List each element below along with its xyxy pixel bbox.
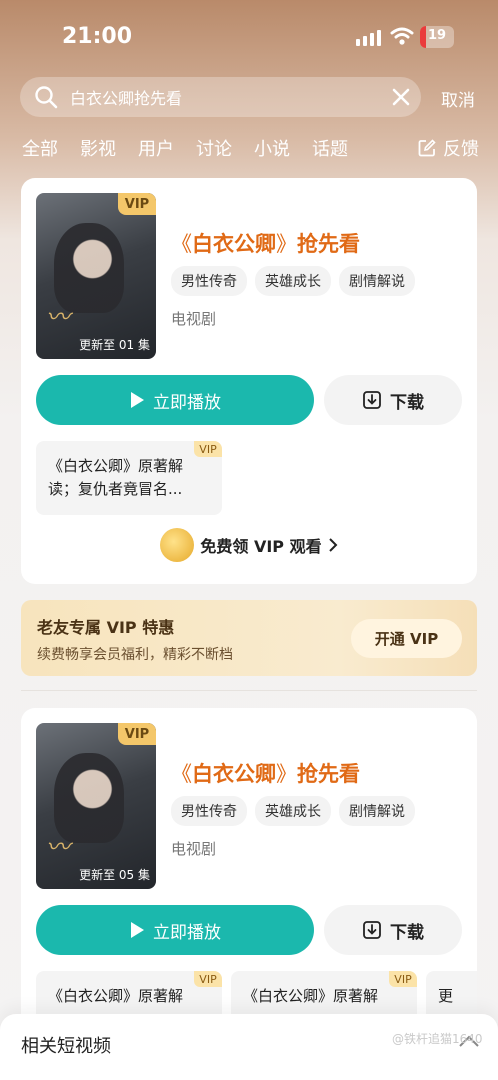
tag-list: 男性传奇 英雄成长 剧情解说 [171,796,415,826]
tag-list: 男性传奇 英雄成长 剧情解说 [171,266,415,296]
article-title: 《白衣公卿》原著解读；复仇者竟冒名... [48,457,184,498]
download-button[interactable]: 下载 [324,905,462,955]
poster-calligraphy: 〰 [46,303,70,331]
related-article[interactable]: VIP 《白衣公卿》原著解读；复仇者竟冒名... [36,441,222,515]
chevron-right-icon [328,538,338,552]
feedback-button[interactable]: 反馈 [417,135,479,161]
tag[interactable]: 剧情解说 [339,796,415,826]
status-time: 21:00 [62,24,133,49]
play-icon [131,922,144,938]
wifi-icon [390,27,414,45]
title-suffix: 抢先看 [297,232,360,256]
title-bracket-open: 《 [171,762,192,786]
vip-promo-banner[interactable]: 老友专属 VIP 特惠 续费畅享会员福利，精彩不断档 开通 VIP [21,600,477,676]
article-title: 更 [438,987,454,1005]
title-bracket-close: 》 [276,232,297,256]
show-title[interactable]: 《白衣公卿》抢先看 [171,228,360,258]
title-suffix: 抢先看 [297,762,360,786]
poster-image[interactable]: 〰 VIP 更新至 05 集 [36,723,156,889]
coin-icon [160,528,195,562]
promo-subtitle: 续费畅享会员福利，精彩不断档 [37,647,233,663]
episode-status: 更新至 05 集 [79,868,150,882]
battery-icon: 19 [420,26,454,48]
edit-icon [418,139,436,157]
vip-badge: VIP [118,723,156,745]
article-title: 《白衣公卿》原著解 [48,987,184,1005]
title-bracket-close: 》 [276,762,297,786]
play-icon [131,392,144,408]
search-input[interactable]: 白衣公卿抢先看 [20,77,421,117]
vip-badge: VIP [389,971,417,987]
tag[interactable]: 英雄成长 [255,796,331,826]
genre-label: 电视剧 [171,310,217,328]
vip-badge: VIP [194,971,222,987]
tab-all[interactable]: 全部 [22,135,58,161]
search-query[interactable]: 白衣公卿抢先看 [70,85,381,109]
tab-film-tv[interactable]: 影视 [80,135,116,161]
download-button[interactable]: 下载 [324,375,462,425]
promo-heading: 老友专属 VIP 特惠 [37,618,175,637]
status-bar: 21:00 19 [0,0,498,72]
play-label: 立即播放 [153,922,221,943]
poster-calligraphy: 〰 [46,833,70,861]
play-label: 立即播放 [153,392,221,413]
title-name: 白衣公卿 [192,762,276,786]
feedback-label: 反馈 [443,139,479,160]
play-now-button[interactable]: 立即播放 [36,375,314,425]
vip-badge: VIP [194,441,222,457]
section-divider [21,690,477,691]
download-icon [363,391,381,409]
free-vip-label: 免费领 VIP 观看 [200,537,322,556]
title-name: 白衣公卿 [192,232,276,256]
tab-topics[interactable]: 话题 [312,135,348,161]
tab-users[interactable]: 用户 [138,135,174,161]
show-title[interactable]: 《白衣公卿》抢先看 [171,758,360,788]
category-tabs: 全部 影视 用户 讨论 小说 话题 [22,135,348,161]
clear-search-button[interactable] [381,77,421,117]
tag[interactable]: 男性传奇 [171,796,247,826]
episode-status: 更新至 01 集 [79,338,150,352]
tag[interactable]: 英雄成长 [255,266,331,296]
article-title: 《白衣公卿》原著解 [243,987,379,1005]
download-label: 下载 [390,922,424,943]
tab-discussion[interactable]: 讨论 [196,135,232,161]
vip-badge: VIP [118,193,156,215]
result-card: 〰 VIP 更新至 01 集 《白衣公卿》抢先看 男性传奇 英雄成长 剧情解说 … [21,178,477,584]
cancel-button[interactable]: 取消 [441,86,475,111]
close-icon [392,88,410,106]
free-vip-link[interactable]: 免费领 VIP 观看 [21,528,477,562]
cellular-signal-icon [356,30,381,46]
sheet-title: 相关短视频 [21,1036,111,1057]
battery-level: 19 [427,28,447,43]
related-short-videos-sheet[interactable]: 相关短视频 [0,1014,498,1080]
tag[interactable]: 男性传奇 [171,266,247,296]
play-now-button[interactable]: 立即播放 [36,905,314,955]
search-icon [35,86,58,109]
download-icon [363,921,381,939]
open-vip-button[interactable]: 开通 VIP [351,619,462,658]
genre-label: 电视剧 [171,840,217,858]
download-label: 下载 [390,392,424,413]
tab-novels[interactable]: 小说 [254,135,290,161]
title-bracket-open: 《 [171,232,192,256]
tag[interactable]: 剧情解说 [339,266,415,296]
result-card: 〰 VIP 更新至 05 集 《白衣公卿》抢先看 男性传奇 英雄成长 剧情解说 … [21,708,477,1048]
watermark: @铁杆追猫1640 [392,1032,483,1046]
poster-image[interactable]: 〰 VIP 更新至 01 集 [36,193,156,359]
